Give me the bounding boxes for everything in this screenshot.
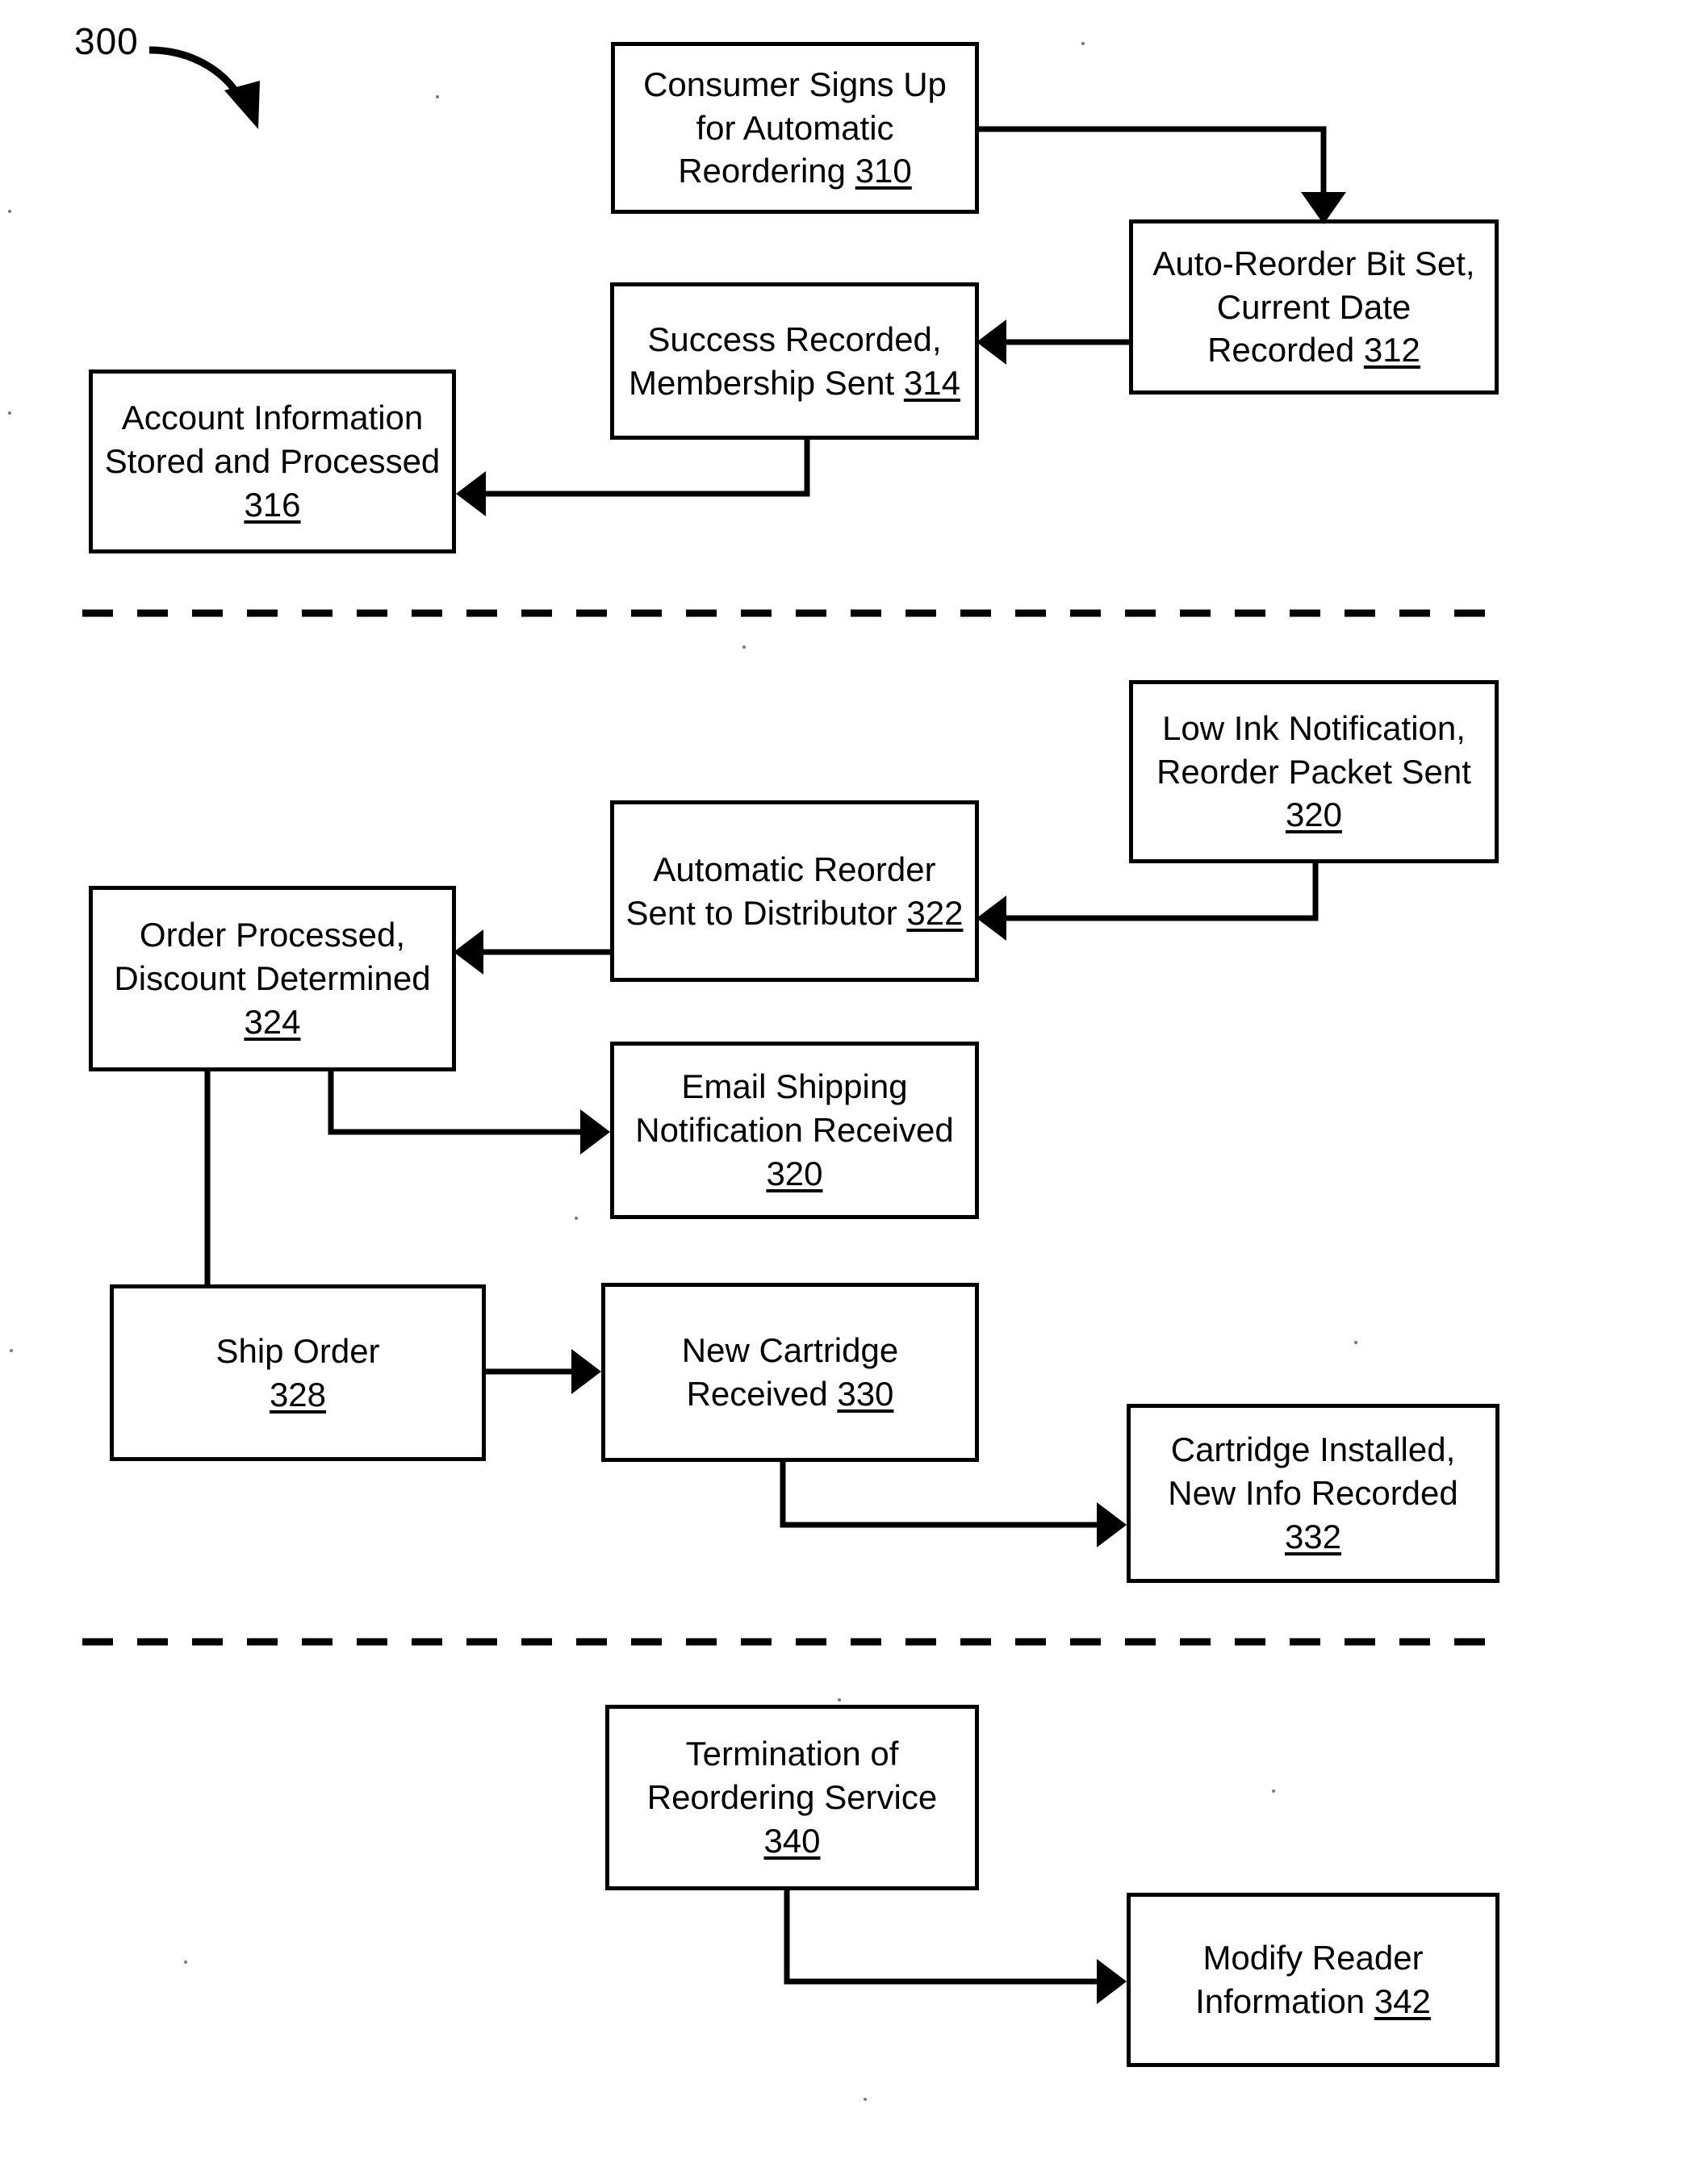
- node-line: Success Recorded,: [647, 319, 942, 358]
- scan-speck: [575, 1217, 578, 1220]
- node-ref-number: 328: [269, 1375, 327, 1414]
- edge-328-to-330: [486, 1349, 601, 1394]
- node-order-processed-discount[interactable]: Order Processed, Discount Determined 324: [89, 886, 456, 1071]
- node-ship-order[interactable]: Ship Order 328: [110, 1284, 486, 1461]
- node-ref-number: 330: [837, 1375, 894, 1413]
- scan-speck: [1081, 42, 1085, 45]
- scan-speck: [838, 1698, 841, 1702]
- node-line: Termination of: [685, 1735, 899, 1773]
- node-line: Account Information: [121, 399, 424, 437]
- node-line: Reordering Service: [646, 1778, 938, 1817]
- node-line: Notification Received: [635, 1111, 954, 1150]
- node-low-ink-notification[interactable]: Low Ink Notification, Reorder Packet Sen…: [1129, 680, 1499, 863]
- node-ref-number: 310: [855, 152, 912, 190]
- node-ref-number: 342: [1374, 1982, 1431, 2020]
- node-line-with-number: Recorded 312: [1207, 331, 1420, 370]
- scan-speck: [864, 2098, 867, 2101]
- scan-speck: [742, 645, 746, 649]
- edge-324-to-email-320: [328, 1071, 610, 1155]
- scan-speck: [1272, 1789, 1275, 1793]
- node-line: for Automatic: [696, 108, 894, 147]
- node-ref-number: 314: [903, 363, 960, 402]
- scan-speck: [10, 1349, 13, 1352]
- node-line: Reorder Packet Sent: [1156, 752, 1471, 791]
- node-line: Email Shipping: [681, 1067, 908, 1106]
- scan-speck: [1354, 1341, 1357, 1344]
- node-consumer-signs-up[interactable]: Consumer Signs Up for Automatic Reorderi…: [611, 42, 979, 214]
- node-line-with-number: Reordering 310: [678, 152, 912, 190]
- node-line-with-number: Received 330: [686, 1375, 894, 1413]
- node-cartridge-installed[interactable]: Cartridge Installed, New Info Recorded 3…: [1127, 1404, 1499, 1583]
- figure-callout-arrow: [148, 46, 260, 129]
- node-ref-number: 312: [1363, 331, 1420, 370]
- node-line: Consumer Signs Up: [643, 65, 947, 103]
- node-modify-reader-information[interactable]: Modify Reader Information 342: [1127, 1893, 1499, 2067]
- node-line: Current Date: [1216, 287, 1412, 326]
- node-email-shipping-notification[interactable]: Email Shipping Notification Received 320: [610, 1042, 979, 1219]
- node-line: Ship Order: [215, 1331, 380, 1370]
- node-line: Cartridge Installed,: [1170, 1430, 1456, 1469]
- node-line: Order Processed,: [139, 916, 406, 954]
- edge-312-to-314: [977, 319, 1129, 365]
- figure-number-label: 300: [74, 20, 139, 62]
- node-line: New Info Recorded: [1168, 1474, 1458, 1513]
- node-line: Discount Determined: [114, 959, 431, 998]
- scan-speck: [8, 411, 11, 415]
- edge-322-to-324: [454, 929, 610, 975]
- node-ref-number: 340: [763, 1821, 821, 1860]
- edge-314-to-316: [456, 440, 810, 516]
- node-ref-number: 320: [1285, 796, 1343, 834]
- edge-320-to-322: [977, 863, 1319, 941]
- node-account-information-stored[interactable]: Account Information Stored and Processed…: [89, 370, 456, 553]
- node-ref-number: 316: [244, 485, 301, 524]
- node-line-with-number: Sent to Distributor 322: [625, 893, 964, 932]
- node-success-recorded[interactable]: Success Recorded, Membership Sent 314: [610, 282, 979, 440]
- node-line: Modify Reader: [1202, 1939, 1424, 1977]
- scan-speck: [8, 210, 11, 213]
- node-line: New Cartridge: [681, 1331, 899, 1370]
- node-line-with-number: Information 342: [1195, 1982, 1431, 2020]
- node-ref-number: 332: [1284, 1517, 1342, 1556]
- node-new-cartridge-received[interactable]: New Cartridge Received 330: [601, 1283, 979, 1462]
- node-ref-number: 322: [906, 893, 964, 932]
- node-line: Auto-Reorder Bit Set,: [1152, 244, 1475, 282]
- node-automatic-reorder-sent[interactable]: Automatic Reorder Sent to Distributor 32…: [610, 800, 979, 982]
- node-ref-number: 320: [766, 1154, 823, 1192]
- edge-310-to-312: [979, 126, 1346, 224]
- node-auto-reorder-bit-set[interactable]: Auto-Reorder Bit Set, Current Date Recor…: [1129, 219, 1499, 395]
- node-termination-of-reordering-service[interactable]: Termination of Reordering Service 340: [605, 1705, 979, 1890]
- edge-330-to-332: [780, 1462, 1127, 1547]
- node-line: Automatic Reorder: [653, 850, 936, 888]
- scan-speck: [184, 1961, 187, 1964]
- node-line-with-number: Membership Sent 314: [629, 363, 960, 402]
- node-line: Low Ink Notification,: [1162, 708, 1466, 747]
- figure-canvas: 300 Consumer Signs Up for Automatic Reor…: [0, 0, 1698, 2184]
- edge-340-to-342: [784, 1890, 1127, 2004]
- scan-speck: [436, 95, 439, 98]
- node-ref-number: 324: [244, 1002, 301, 1041]
- node-line: Stored and Processed: [104, 442, 441, 481]
